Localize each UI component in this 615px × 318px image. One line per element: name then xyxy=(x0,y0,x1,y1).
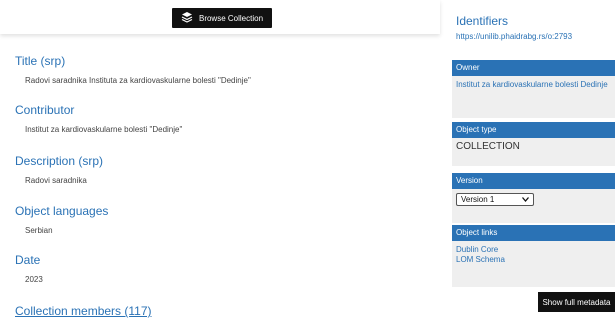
owner-heading: Owner xyxy=(452,60,615,76)
description-label: Description (srp) xyxy=(15,154,104,168)
owner-value[interactable]: Institut za kardiovaskularne bolesti Ded… xyxy=(452,76,615,118)
version-panel: Version Version 1 xyxy=(452,173,615,223)
date-label: Date xyxy=(15,253,41,267)
top-toolbar: Browse Collection xyxy=(0,0,440,34)
owner-panel: Owner Institut za kardiovaskularne boles… xyxy=(452,60,615,118)
lom-schema-link[interactable]: LOM Schema xyxy=(456,255,611,265)
object-links-panel: Object links Dublin Core LOM Schema xyxy=(452,225,615,287)
chevron-down-icon xyxy=(522,195,529,205)
contributor-value: Institut za kardiovaskularne bolesti "De… xyxy=(25,125,183,134)
dublin-core-link[interactable]: Dublin Core xyxy=(456,245,611,255)
identifier-url[interactable]: https://unilib.phaidrabg.rs/o:2793 xyxy=(456,32,572,41)
browse-collection-button[interactable]: Browse Collection xyxy=(172,8,272,28)
browse-collection-label: Browse Collection xyxy=(198,13,264,23)
version-heading: Version xyxy=(452,173,615,189)
layers-icon xyxy=(181,11,193,25)
object-links-heading: Object links xyxy=(452,225,615,241)
version-select[interactable]: Version 1 xyxy=(456,193,534,206)
title-value: Radovi saradnika Instituta za kardiovask… xyxy=(25,76,251,85)
date-value: 2023 xyxy=(25,275,43,284)
object-type-value: COLLECTION xyxy=(456,141,520,152)
contributor-label: Contributor xyxy=(15,103,75,117)
description-value: Radovi saradnika xyxy=(25,176,87,185)
sidebar: Identifiers https://unilib.phaidrabg.rs/… xyxy=(448,0,615,318)
identifiers-title: Identifiers xyxy=(456,14,509,28)
languages-label: Object languages xyxy=(15,204,109,218)
show-full-metadata-button[interactable]: Show full metadata xyxy=(538,292,615,312)
languages-value: Serbian xyxy=(25,226,53,235)
object-type-panel: Object type COLLECTION xyxy=(452,122,615,166)
collection-members-link[interactable]: Collection members (117) xyxy=(15,304,152,318)
version-selected-value: Version 1 xyxy=(461,194,495,204)
title-label: Title (srp) xyxy=(15,54,66,68)
object-type-heading: Object type xyxy=(452,122,615,138)
